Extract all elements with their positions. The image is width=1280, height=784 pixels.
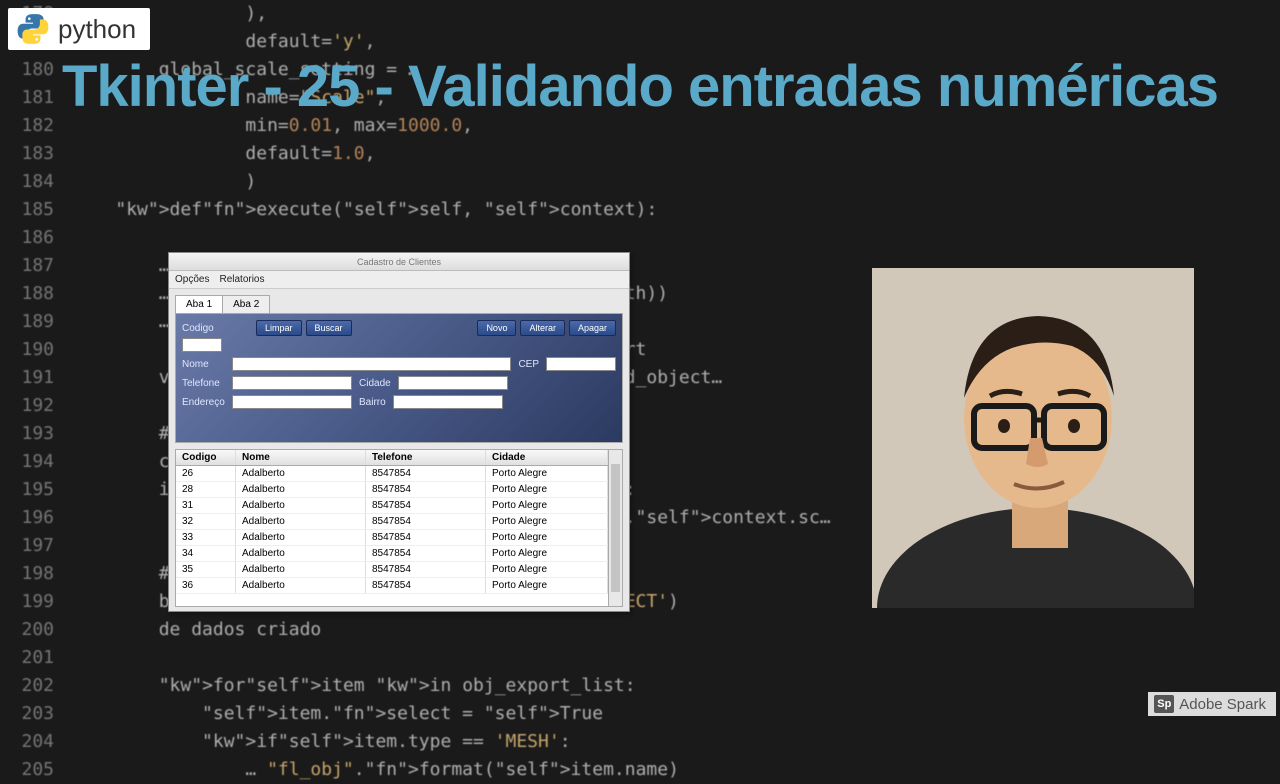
btn-buscar[interactable]: Buscar (306, 320, 352, 336)
window-titlebar[interactable]: Cadastro de Clientes (169, 253, 629, 271)
table-row[interactable]: 34Adalberto8547854Porto Alegre (176, 546, 608, 562)
tab-strip: Aba 1 Aba 2 (175, 295, 623, 313)
table-row[interactable]: 35Adalberto8547854Porto Alegre (176, 562, 608, 578)
python-badge-label: python (58, 14, 136, 45)
table-row[interactable]: 36Adalberto8547854Porto Alegre (176, 578, 608, 594)
input-cep[interactable] (546, 357, 616, 371)
table-row[interactable]: 31Adalberto8547854Porto Alegre (176, 498, 608, 514)
presenter-photo (872, 268, 1194, 608)
label-cep: CEP (515, 359, 542, 370)
menubar: Opções Relatorios (169, 271, 629, 289)
tkinter-window: Cadastro de Clientes Opções Relatorios A… (168, 252, 630, 612)
input-nome[interactable] (232, 357, 511, 371)
col-codigo[interactable]: Codigo (176, 450, 236, 465)
label-telefone: Telefone (182, 378, 228, 389)
table-row[interactable]: 32Adalberto8547854Porto Alegre (176, 514, 608, 530)
video-title: Tkinter - 25 - Validando entradas numéri… (0, 54, 1280, 121)
label-endereco: Endereço (182, 397, 228, 408)
input-cidade[interactable] (398, 376, 508, 390)
menu-relatorios[interactable]: Relatorios (219, 271, 264, 288)
btn-limpar[interactable]: Limpar (256, 320, 302, 336)
btn-novo[interactable]: Novo (477, 320, 516, 336)
tab-aba1[interactable]: Aba 1 (175, 295, 223, 313)
btn-alterar[interactable]: Alterar (520, 320, 565, 336)
input-endereco[interactable] (232, 395, 352, 409)
spark-label: Adobe Spark (1179, 696, 1266, 713)
label-nome: Nome (182, 359, 228, 370)
label-cidade: Cidade (356, 378, 394, 389)
table-row[interactable]: 33Adalberto8547854Porto Alegre (176, 530, 608, 546)
menu-opcoes[interactable]: Opções (175, 271, 209, 288)
table-row[interactable]: 26Adalberto8547854Porto Alegre (176, 466, 608, 482)
table-header: Codigo Nome Telefone Cidade (176, 450, 608, 466)
python-badge: python (8, 8, 150, 50)
spark-icon: Sp (1154, 695, 1174, 713)
input-codigo[interactable] (182, 338, 222, 352)
label-codigo: Codigo (182, 323, 228, 334)
scrollbar-vertical[interactable] (608, 450, 622, 606)
adobe-spark-watermark: Sp Adobe Spark (1148, 692, 1276, 716)
btn-apagar[interactable]: Apagar (569, 320, 616, 336)
input-telefone[interactable] (232, 376, 352, 390)
input-bairro[interactable] (393, 395, 503, 409)
col-cidade[interactable]: Cidade (486, 450, 608, 465)
data-grid: Codigo Nome Telefone Cidade 26Adalberto8… (175, 449, 623, 607)
table-row[interactable]: 28Adalberto8547854Porto Alegre (176, 482, 608, 498)
tab-aba2[interactable]: Aba 2 (222, 295, 270, 313)
col-nome[interactable]: Nome (236, 450, 366, 465)
label-bairro: Bairro (356, 397, 389, 408)
col-telefone[interactable]: Telefone (366, 450, 486, 465)
python-icon (16, 12, 50, 46)
form-panel: Codigo Limpar Buscar Novo Alterar Apagar… (175, 313, 623, 443)
